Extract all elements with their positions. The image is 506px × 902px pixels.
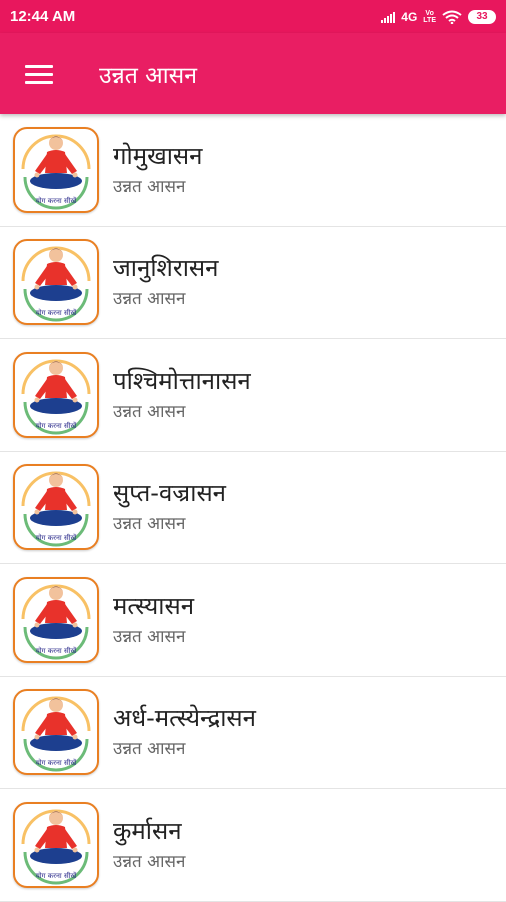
signal-icon	[381, 11, 396, 23]
list-item-title: अर्ध-मत्स्येन्द्रासन	[113, 704, 256, 733]
yoga-logo-icon: योग करना सीखें	[13, 126, 99, 213]
status-bar: 12:44 AM 4G Vo LTE 33	[0, 0, 506, 33]
list-item-title: गोमुखासन	[113, 141, 203, 170]
list-item-subtitle: उन्नत आसन	[113, 739, 186, 760]
list-item-title: सुप्त-वज्रासन	[113, 479, 226, 508]
thumbnail-caption: योग करना सीखें	[36, 646, 77, 655]
yoga-logo-icon: योग करना सीखें	[13, 576, 99, 663]
menu-icon[interactable]	[25, 63, 55, 85]
list-item[interactable]: योग करना सीखें मत्स्यासन उन्नत आसन	[0, 564, 506, 677]
asana-list: योग करना सीखें गोमुखासन उन्नत आसन योग करन…	[0, 114, 506, 902]
list-item[interactable]: योग करना सीखें गोमुखासन उन्नत आसन	[0, 114, 506, 227]
list-item-subtitle: उन्नत आसन	[113, 401, 186, 422]
thumbnail-caption: योग करना सीखें	[36, 421, 77, 430]
list-item[interactable]: योग करना सीखें कुर्मासन उन्नत आसन	[0, 789, 506, 902]
yoga-logo-icon: योग करना सीखें	[13, 239, 99, 326]
list-item[interactable]: योग करना सीखें जानुशिरासन उन्नत आसन	[0, 227, 506, 339]
list-item-subtitle: उन्नत आसन	[113, 176, 186, 197]
wifi-icon	[442, 10, 462, 24]
thumbnail-caption: योग करना सीखें	[36, 871, 77, 880]
yoga-logo-icon: योग करना सीखें	[13, 801, 99, 888]
list-item-title: पश्चिमोत्तानासन	[113, 366, 251, 395]
volte-top: Vo	[425, 9, 434, 17]
list-item-subtitle: उन्नत आसन	[113, 514, 186, 535]
list-item-subtitle: उन्नत आसन	[113, 289, 186, 310]
list-item-subtitle: उन्नत आसन	[113, 851, 186, 872]
thumbnail-caption: योग करना सीखें	[36, 533, 77, 542]
list-item[interactable]: योग करना सीखें सुप्त-वज्रासन उन्नत आसन	[0, 452, 506, 564]
page-title: उन्नत आसन	[99, 62, 197, 89]
yoga-logo-icon: योग करना सीखें	[13, 689, 99, 776]
status-time: 12:44 AM	[10, 8, 76, 25]
thumbnail-caption: योग करना सीखें	[36, 308, 77, 317]
yoga-logo-icon: योग करना सीखें	[13, 464, 99, 551]
status-icons: 4G Vo LTE 33	[381, 9, 496, 24]
thumbnail-caption: योग करना सीखें	[36, 196, 77, 205]
app-bar: उन्नत आसन	[0, 33, 506, 114]
list-item[interactable]: योग करना सीखें अर्ध-मत्स्येन्द्रासन उन्नत…	[0, 677, 506, 789]
volte-bottom: LTE	[423, 16, 436, 24]
battery-level: 33	[476, 11, 488, 22]
network-type: 4G	[401, 9, 418, 24]
list-item-subtitle: उन्नत आसन	[113, 626, 186, 647]
list-item-title: कुर्मासन	[113, 816, 182, 845]
list-item-title: जानुशिरासन	[113, 254, 219, 283]
list-item[interactable]: योग करना सीखें पश्चिमोत्तानासन उन्नत आसन	[0, 339, 506, 452]
thumbnail-caption: योग करना सीखें	[36, 758, 77, 767]
yoga-logo-icon: योग करना सीखें	[13, 351, 99, 438]
list-item-title: मत्स्यासन	[113, 591, 195, 620]
battery-icon: 33	[468, 9, 496, 24]
volte-indicator: Vo LTE	[423, 10, 436, 24]
